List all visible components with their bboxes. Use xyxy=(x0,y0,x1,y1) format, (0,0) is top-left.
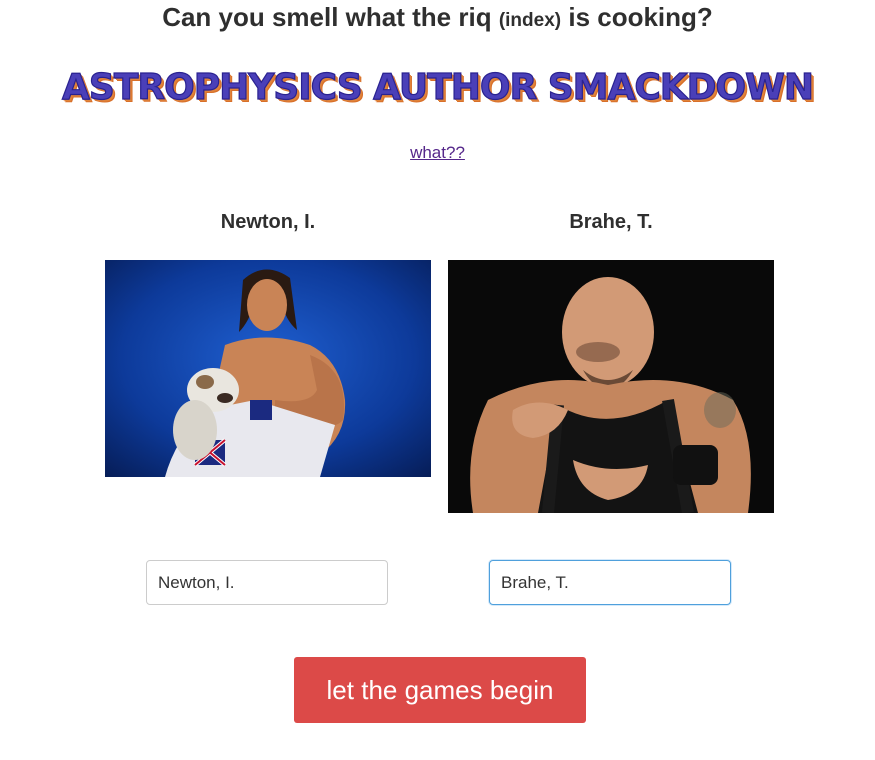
fighter-left-name: Newton, I. xyxy=(220,211,316,233)
tagline-end: is cooking? xyxy=(568,2,713,32)
tagline-index: (index) xyxy=(498,10,562,31)
fighter-right-name: Brahe, T. xyxy=(569,211,653,233)
fighter-right-input[interactable] xyxy=(489,560,731,605)
fighter-left-photo xyxy=(105,260,431,477)
help-link-container: what?? xyxy=(0,143,875,163)
fighter-left-input[interactable] xyxy=(146,560,388,605)
tagline: Can you smell what the riq (index) is co… xyxy=(0,0,875,38)
start-game-button[interactable]: let the games begin xyxy=(294,657,586,723)
what-link[interactable]: what?? xyxy=(410,143,465,162)
fighter-right-photo xyxy=(448,260,774,513)
page-title: ASTROPHYSICS AUTHOR SMACKDOWN xyxy=(61,66,814,108)
tagline-start: Can you smell what the riq xyxy=(162,2,492,32)
